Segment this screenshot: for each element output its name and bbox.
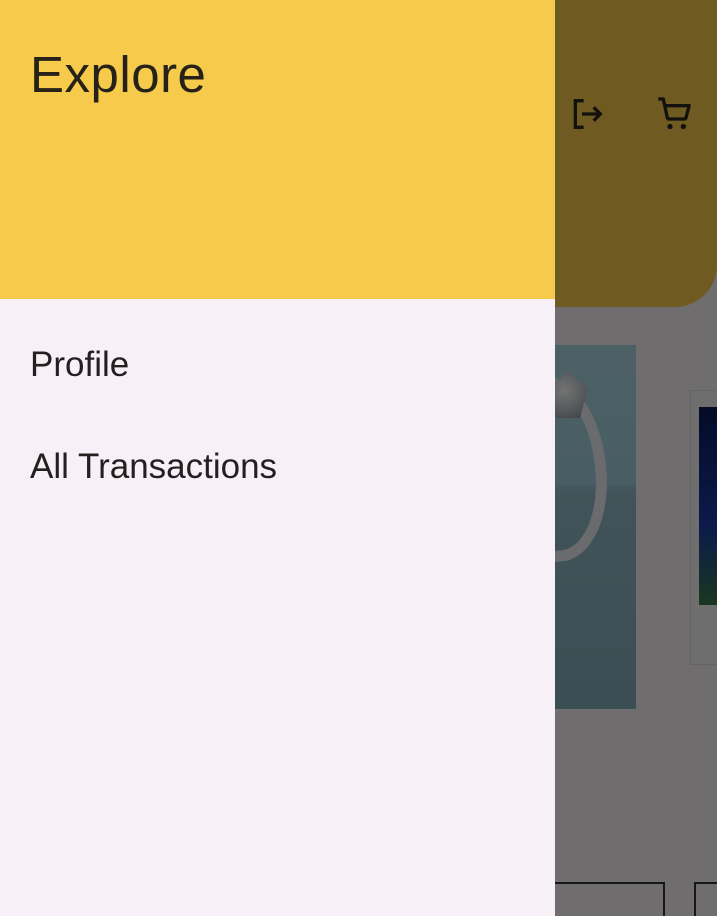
drawer-item-profile[interactable]: Profile xyxy=(0,320,555,410)
drawer-item-label: Profile xyxy=(30,345,130,384)
drawer-title: Explore xyxy=(30,46,207,103)
drawer-item-label: All Transactions xyxy=(30,447,278,486)
drawer-header: Explore xyxy=(0,0,555,299)
navigation-drawer: Explore Profile All Transactions xyxy=(0,0,555,916)
drawer-item-all-transactions[interactable]: All Transactions xyxy=(0,422,555,512)
